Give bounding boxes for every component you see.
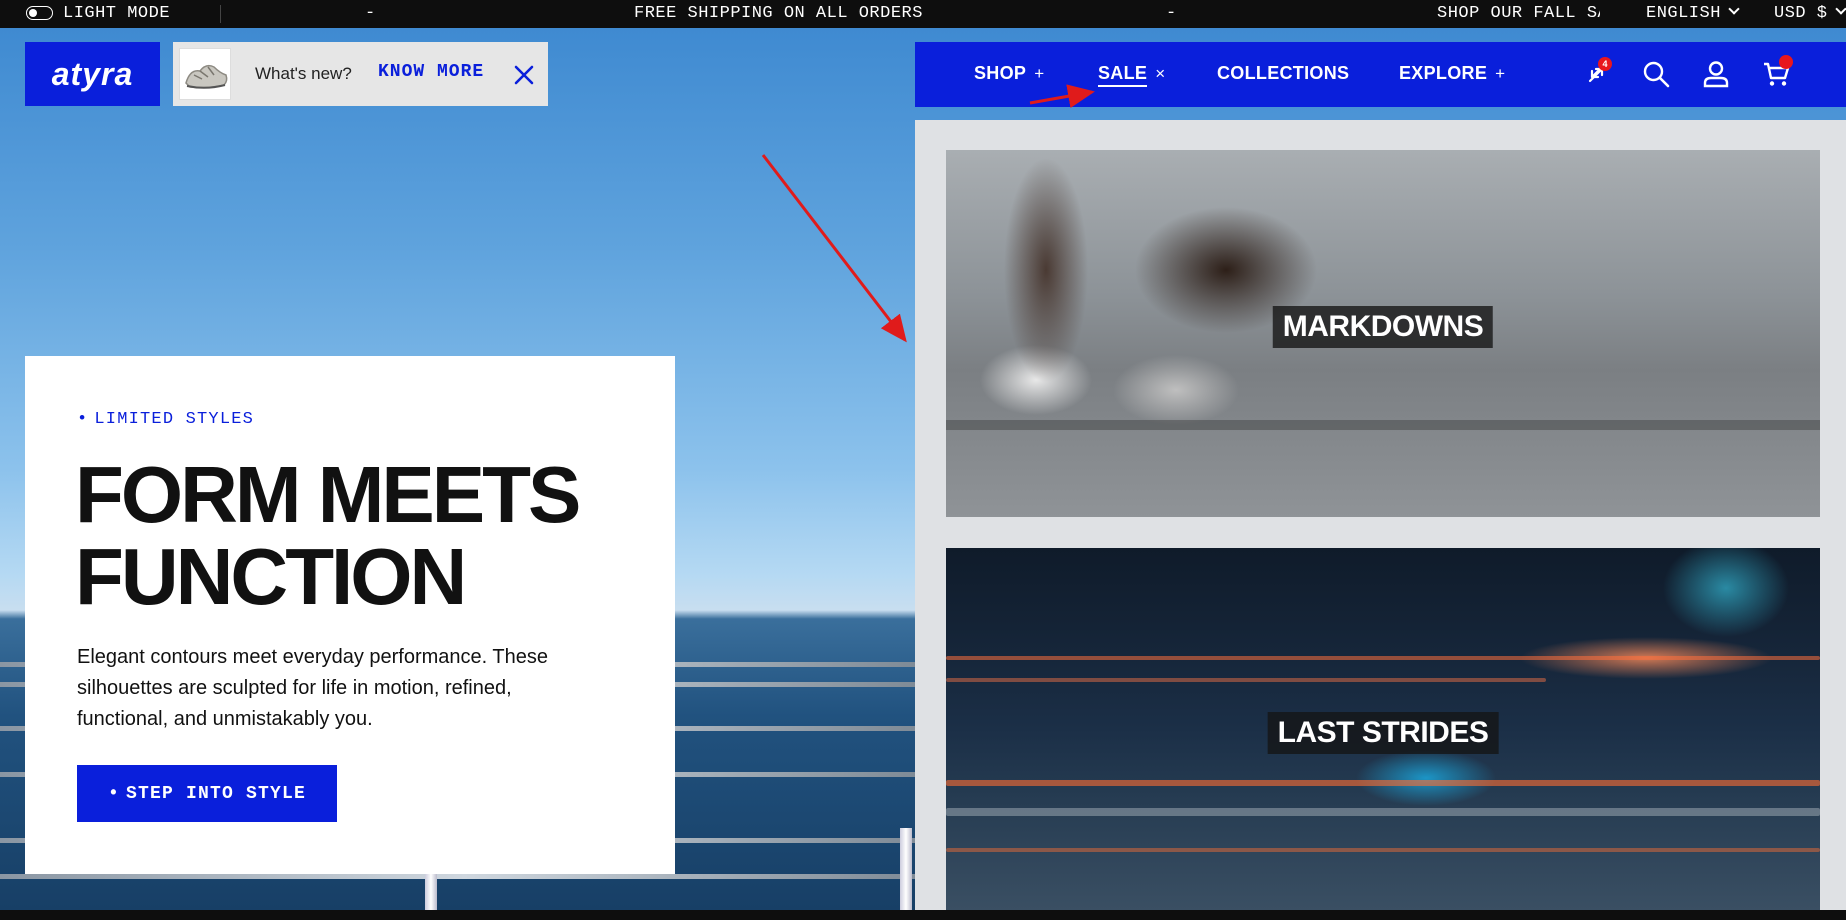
brand-logo[interactable]: atyra	[25, 42, 160, 106]
search-icon	[1643, 61, 1670, 88]
sneaker-icon	[185, 64, 228, 89]
sale-dropdown-menu: MARKDOWNS LAST STRIDES	[915, 120, 1846, 910]
chevron-down-icon	[1834, 3, 1846, 15]
plus-icon: +	[1495, 64, 1506, 83]
hero-promo-card: LIMITED STYLES FORM MEETS FUNCTION Elega…	[25, 356, 675, 874]
eyebrow-label: LIMITED STYLES	[77, 410, 254, 429]
compare-button[interactable]: 4	[1582, 57, 1612, 89]
search-button[interactable]	[1641, 59, 1671, 89]
chevron-down-icon	[1728, 3, 1740, 15]
tile-label-markdowns: MARKDOWNS	[1272, 306, 1494, 348]
nav-item-collections[interactable]: COLLECTIONS	[1217, 63, 1349, 84]
plus-icon: +	[1034, 64, 1045, 83]
nav-item-shop[interactable]: SHOP +	[974, 63, 1044, 84]
logo-text: atyra	[51, 55, 134, 92]
divider	[220, 5, 221, 23]
cart-button[interactable]	[1761, 55, 1793, 89]
product-thumbnail	[179, 48, 231, 100]
sale-tile-markdowns[interactable]: MARKDOWNS	[946, 150, 1820, 517]
tile-label-last-strides: LAST STRIDES	[1267, 712, 1499, 754]
sale-tile-last-strides[interactable]: LAST STRIDES	[946, 548, 1820, 910]
close-icon: ×	[1155, 64, 1166, 83]
whats-new-text: What's new?	[255, 64, 352, 83]
whats-new-banner: What's new? KNOW MORE	[173, 42, 548, 106]
hero-headline: FORM MEETS FUNCTION	[75, 450, 581, 621]
main-navigation: SHOP + SALE × COLLECTIONS EXPLORE + 4	[915, 42, 1846, 107]
account-icon	[1703, 61, 1729, 88]
cart-indicator-badge	[1779, 55, 1793, 69]
account-button[interactable]	[1701, 59, 1731, 89]
hero-description: Elegant contours meet everyday performan…	[77, 646, 548, 730]
know-more-link[interactable]: KNOW MORE	[378, 62, 484, 82]
close-icon[interactable]	[513, 64, 535, 86]
nav-item-explore[interactable]: EXPLORE +	[1399, 63, 1505, 84]
step-into-style-button[interactable]: STEP INTO STYLE	[77, 765, 337, 822]
nav-item-sale[interactable]: SALE ×	[1098, 63, 1166, 87]
compare-count-badge: 4	[1598, 57, 1612, 71]
light-mode-toggle[interactable]	[26, 6, 53, 20]
